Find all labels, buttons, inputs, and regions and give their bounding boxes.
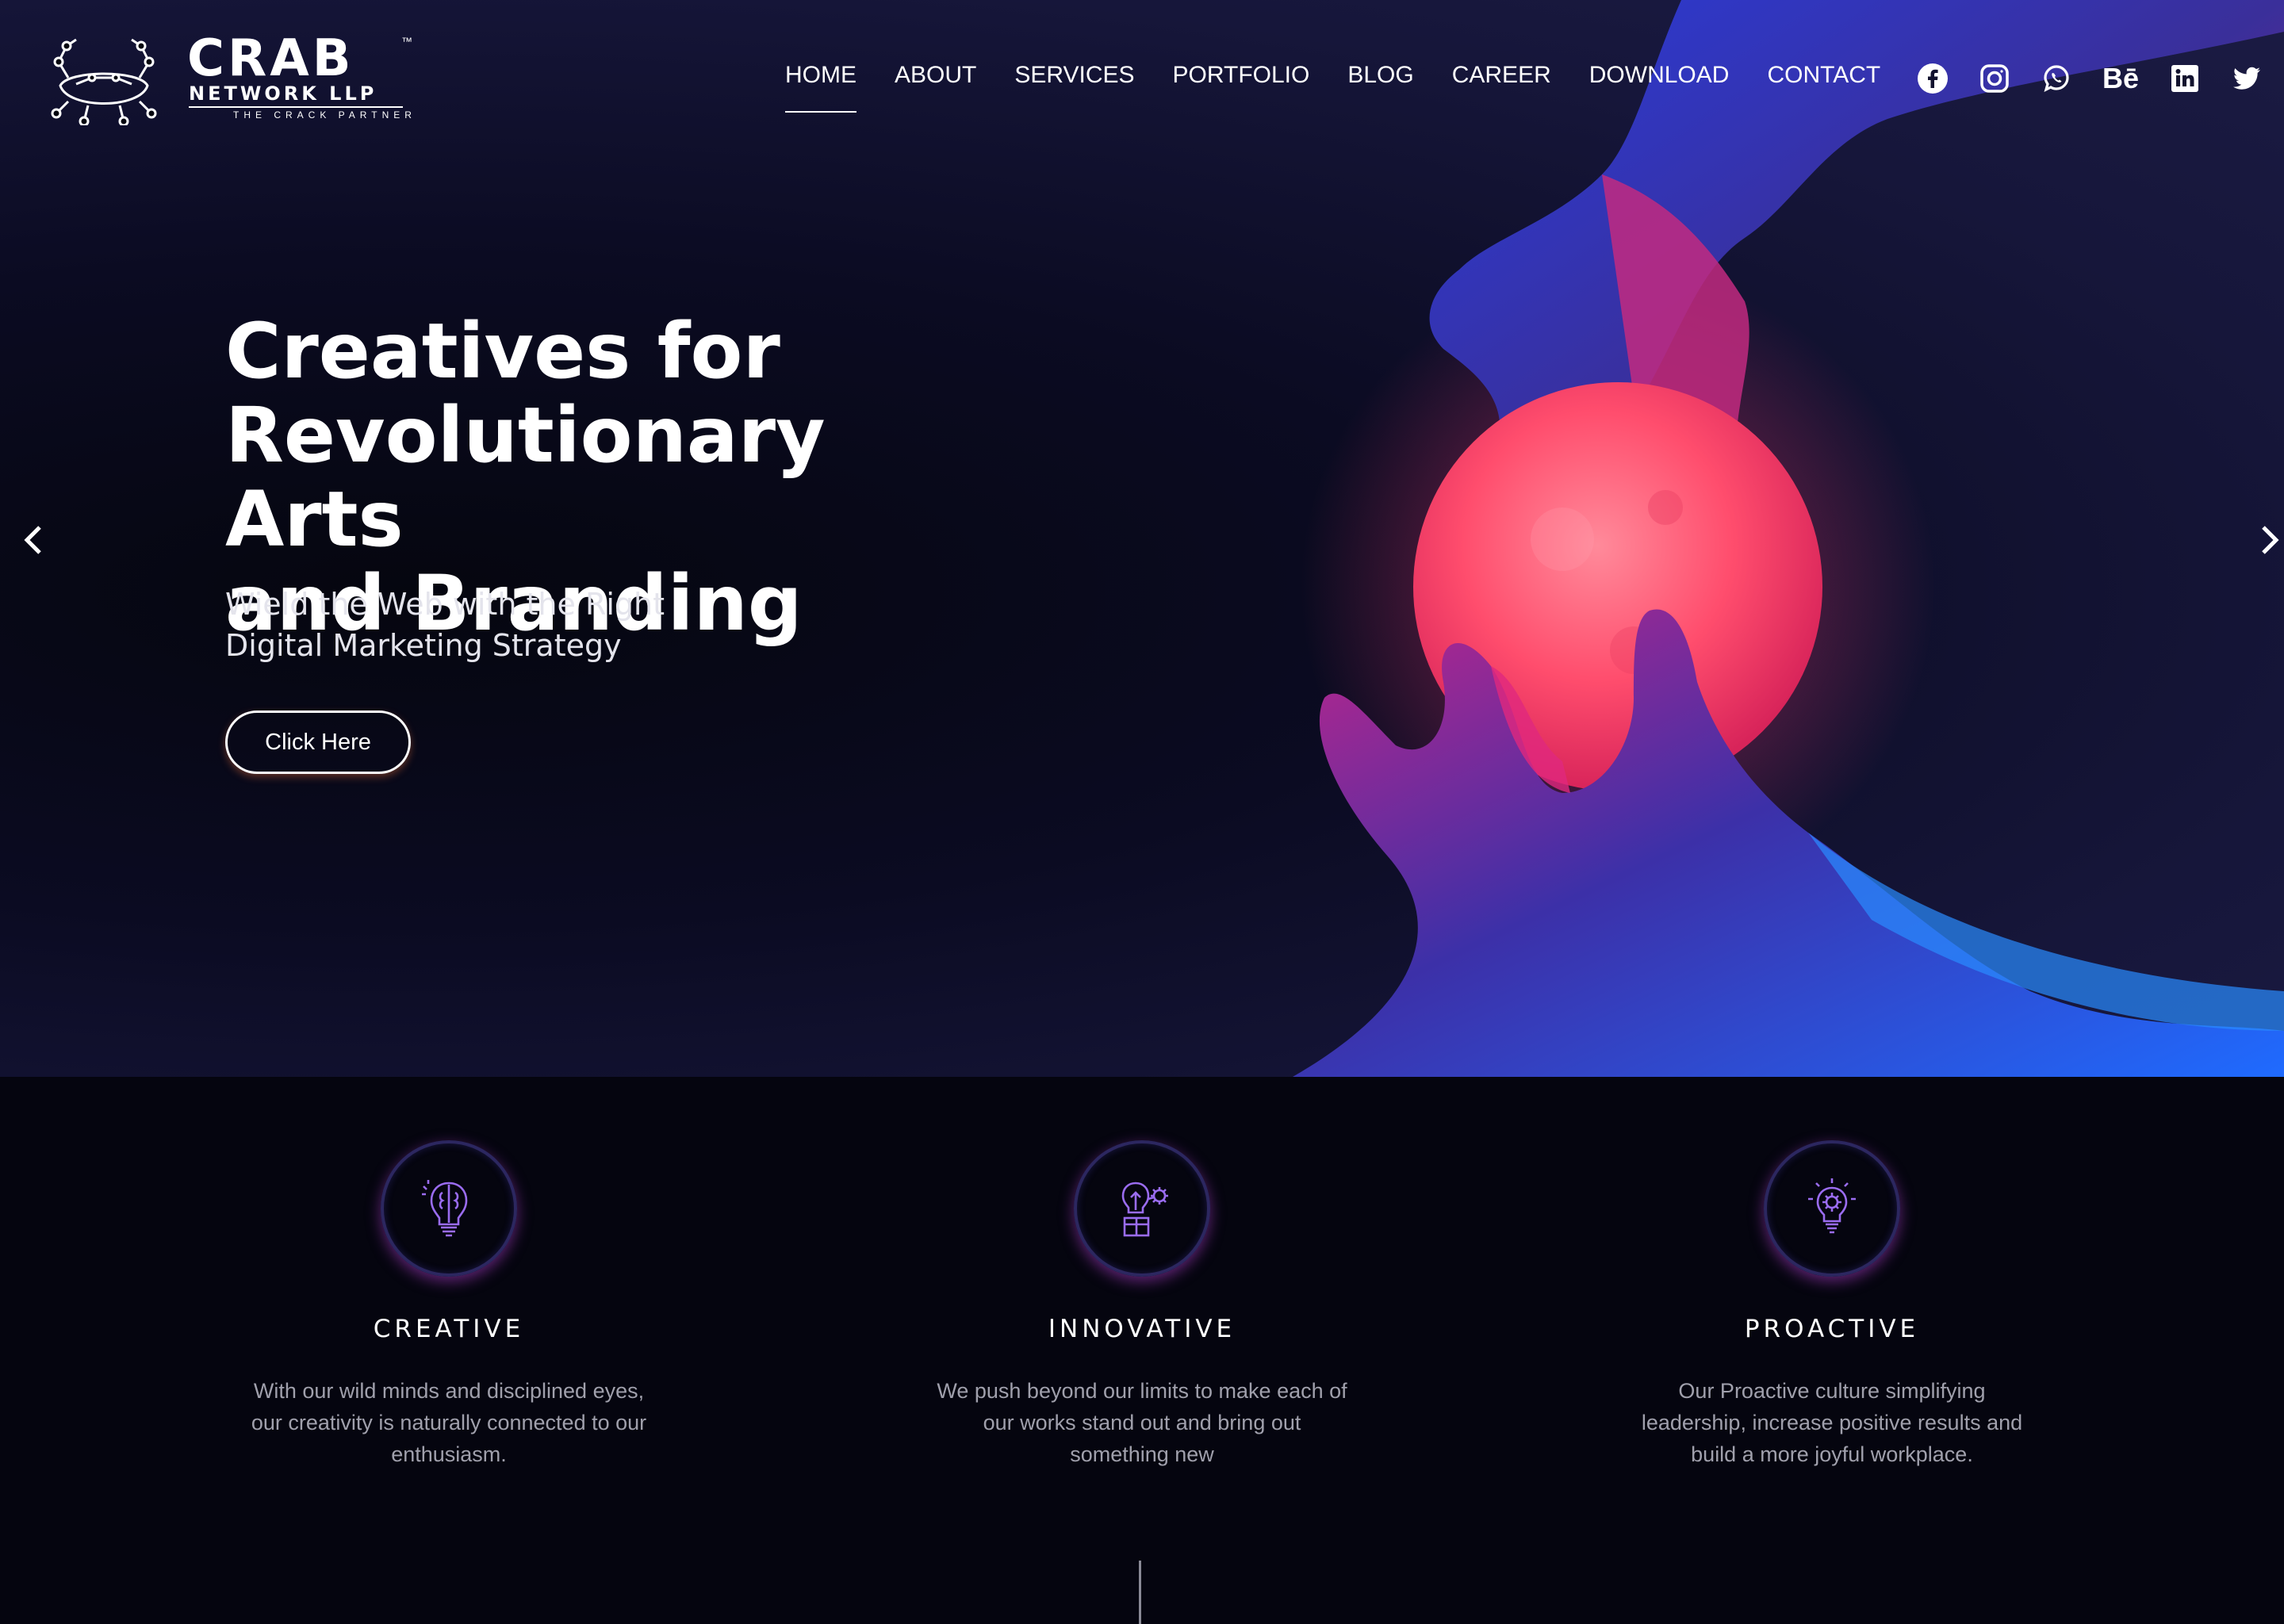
nav-about[interactable]: ABOUT xyxy=(895,62,976,89)
nav-career[interactable]: CAREER xyxy=(1452,62,1551,89)
features-section: CREATIVE With our wild minds and discipl… xyxy=(0,1077,2284,1624)
feature-desc-line: build a more joyful workplace. xyxy=(1691,1442,1973,1466)
headline-line: Creatives for xyxy=(225,307,780,396)
brand-logo[interactable]: CRAB ™ NETWORK LLP THE CRACK PARTNER xyxy=(44,29,412,125)
feature-description: With our wild minds and disciplined eyes… xyxy=(235,1375,663,1470)
feature-title: INNOVATIVE xyxy=(1048,1315,1236,1343)
hero-subheading: Wield the Web with the Right Digital Mar… xyxy=(225,584,780,666)
main-nav: HOME ABOUT SERVICES PORTFOLIO BLOG CAREE… xyxy=(785,62,1880,113)
brain-bulb-icon xyxy=(422,1180,468,1237)
feature-desc-line: With our wild minds and disciplined eyes… xyxy=(253,1379,645,1403)
nav-services[interactable]: SERVICES xyxy=(1014,62,1134,89)
subhead-line: Wield the Web with the Right xyxy=(225,587,665,622)
nav-home[interactable]: HOME xyxy=(785,62,856,113)
crab-logo-icon xyxy=(51,38,157,125)
feature-icon-circle xyxy=(1764,1140,1900,1277)
feature-desc-line: something new xyxy=(1070,1442,1214,1466)
feature-icon-circle xyxy=(381,1140,517,1277)
twitter-icon[interactable] xyxy=(2230,62,2263,95)
feature-title: CREATIVE xyxy=(373,1315,525,1343)
chevron-left-icon xyxy=(24,526,41,554)
nav-portfolio[interactable]: PORTFOLIO xyxy=(1173,62,1310,89)
feature-desc-line: Our Proactive culture simplifying xyxy=(1678,1379,1986,1403)
feature-desc-line: our creativity is naturally connected to… xyxy=(251,1411,647,1434)
feature-desc-line: our works stand out and bring out xyxy=(983,1411,1301,1434)
brand-tagline: THE CRACK PARTNER xyxy=(233,109,416,121)
slider-prev-button[interactable] xyxy=(17,520,49,560)
facebook-icon[interactable] xyxy=(1916,62,1949,95)
feature-innovative: INNOVATIVE We push beyond our limits to … xyxy=(896,1140,1388,1470)
slider-next-button[interactable] xyxy=(2254,520,2284,560)
site-header: CRAB ™ NETWORK LLP THE CRACK PARTNER HOM… xyxy=(0,0,2284,159)
feature-desc-line: We push beyond our limits to make each o… xyxy=(937,1379,1347,1403)
nav-blog[interactable]: BLOG xyxy=(1347,62,1413,89)
nav-contact[interactable]: CONTACT xyxy=(1767,62,1880,89)
chevron-right-icon xyxy=(2262,526,2279,554)
whatsapp-icon[interactable] xyxy=(2040,62,2073,95)
feature-creative: CREATIVE With our wild minds and discipl… xyxy=(203,1140,695,1470)
bulb-gear-icon xyxy=(1121,1182,1168,1237)
brand-subtitle: NETWORK LLP xyxy=(189,82,377,105)
scroll-divider-line xyxy=(1139,1561,1141,1624)
feature-desc-line: enthusiasm. xyxy=(391,1442,507,1466)
brand-trademark: ™ xyxy=(401,35,412,48)
feature-proactive: PROACTIVE Our Proactive culture simplify… xyxy=(1586,1140,2078,1470)
feature-icon-circle xyxy=(1074,1140,1210,1277)
feature-desc-line: leadership, increase positive results an… xyxy=(1641,1411,2023,1434)
subhead-line: Digital Marketing Strategy xyxy=(225,628,622,663)
brand-name: CRAB xyxy=(187,29,354,88)
feature-description: We push beyond our limits to make each o… xyxy=(928,1375,1356,1470)
hero-image-hands-sphere xyxy=(1293,0,2284,1077)
click-here-button[interactable]: Click Here xyxy=(225,710,411,774)
nav-download[interactable]: DOWNLOAD xyxy=(1589,62,1730,89)
feature-description: Our Proactive culture simplifying leader… xyxy=(1618,1375,2046,1470)
instagram-icon[interactable] xyxy=(1978,62,2011,95)
brand-divider xyxy=(189,106,403,108)
feature-title: PROACTIVE xyxy=(1744,1315,1920,1343)
gear-bulb-icon xyxy=(1808,1178,1856,1234)
linkedin-icon[interactable] xyxy=(2168,62,2202,95)
social-links: Bē xyxy=(1916,62,2263,95)
headline-line: Revolutionary Arts xyxy=(225,391,826,564)
behance-icon[interactable]: Bē xyxy=(2102,62,2140,95)
